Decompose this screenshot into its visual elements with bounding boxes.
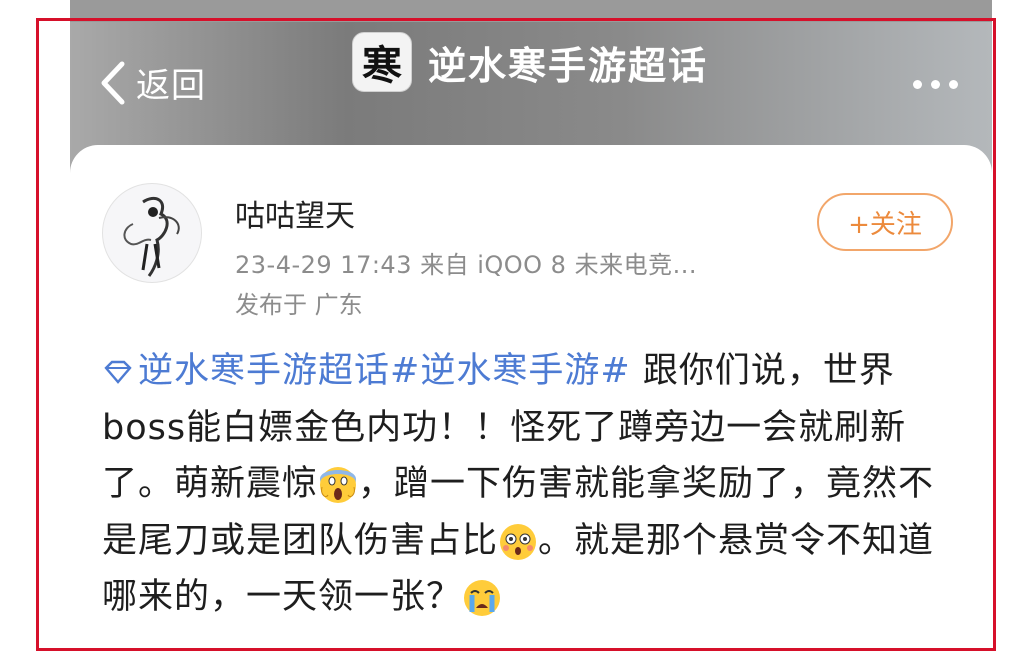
back-button[interactable]: 返回 [98,58,206,107]
topic-link[interactable]: 逆水寒手游超话 [138,351,390,391]
post-location: 发布于 广东 [235,291,363,319]
post-body: 逆水寒手游超话#逆水寒手游# 跟你们说，世界boss能白嫖金色内功！！怪死了蹲旁… [102,343,942,626]
avatar[interactable] [102,183,202,283]
page-title: 逆水寒手游超话 [428,43,709,88]
author-name[interactable]: 咕咕望天 [235,191,355,235]
more-options-button[interactable] [913,80,958,89]
avatar-illustration [123,197,180,277]
crying-face-icon [464,580,501,616]
post-meta: 23-4-29 17:43 来自 iQOO 8 未来电竞... [235,251,697,279]
app-screen: 返回 寒 逆水寒手游超话 咕咕望天 23-4-29 17:43 来自 iQOO … [70,0,992,658]
game-logo-icon: 寒 [352,32,412,92]
chevron-left-icon [101,61,125,104]
back-label: 返回 [136,66,206,106]
status-bar-strip [70,0,992,22]
hashtag-link[interactable]: #逆水寒手游# [390,351,631,391]
diamond-icon [104,360,132,384]
dot-icon [913,80,922,89]
post-card: 咕咕望天 23-4-29 17:43 来自 iQOO 8 未来电竞... 发布于… [70,145,992,658]
flushed-face-icon [500,523,537,560]
screaming-face-icon [320,467,357,503]
supertopic-header[interactable]: 寒 逆水寒手游超话 [352,32,708,92]
dot-icon [949,80,958,89]
follow-button[interactable]: +关注 [817,193,953,251]
dot-icon [931,80,940,89]
